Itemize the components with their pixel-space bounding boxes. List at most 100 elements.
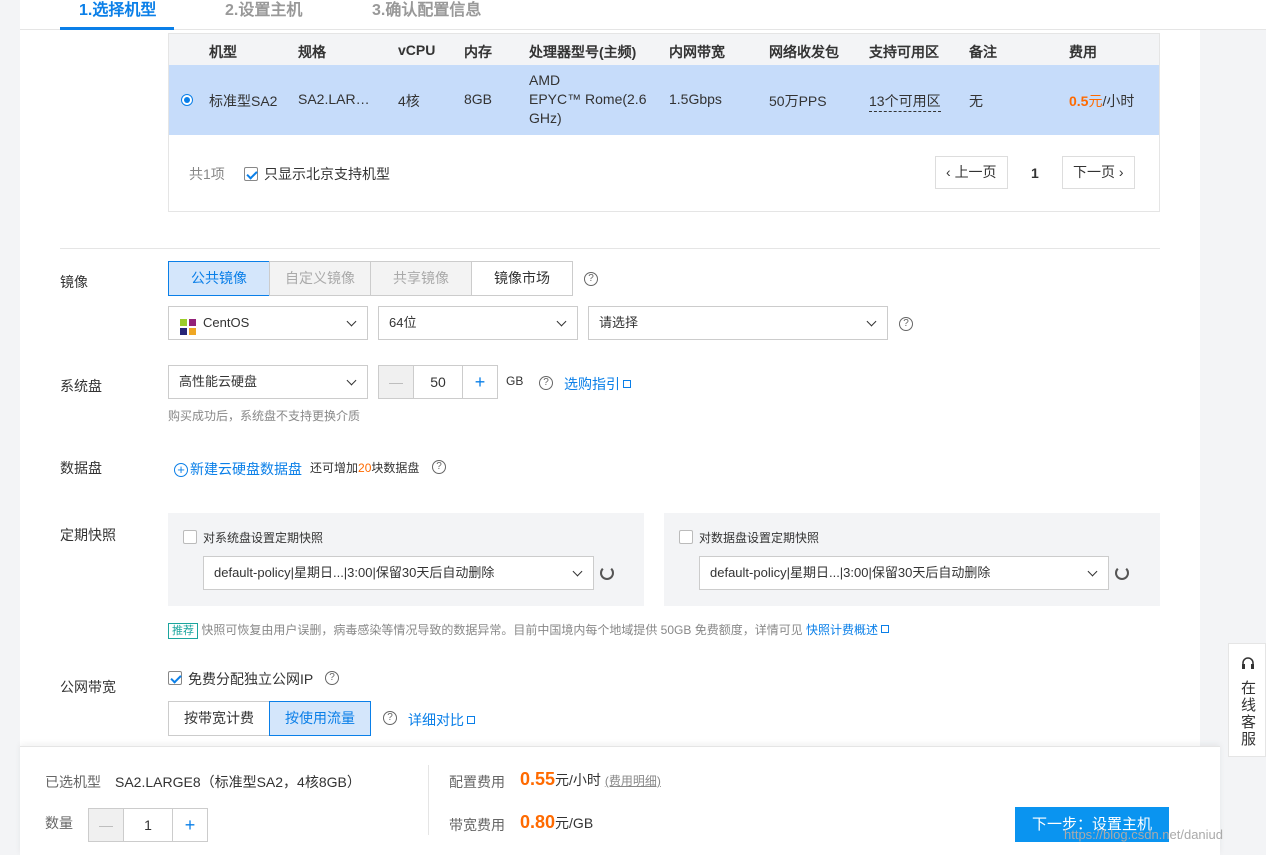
disk-type-select[interactable]: 高性能云硬盘 [168, 365, 368, 399]
refresh-icon[interactable] [600, 566, 614, 580]
os-value: CentOS [203, 315, 250, 330]
next-page-button[interactable]: 下一页 › [1062, 156, 1135, 189]
summary-divider [428, 765, 429, 835]
disk-type-value: 高性能云硬盘 [179, 374, 258, 389]
cell-price: 0.5元/小时 [1069, 91, 1134, 111]
os-select[interactable]: CentOS [168, 306, 368, 340]
data-snapshot-label[interactable]: 对数据盘设置定期快照 [699, 529, 819, 546]
data-disk-tip: 还可增加20块数据盘 [310, 459, 419, 476]
table-row[interactable]: 标准型SA2 SA2.LAR… 4核 8GB AMD EPYC™ Rome(2.… [169, 65, 1159, 135]
col-bandwidth: 内网带宽 [669, 44, 725, 60]
add-data-disk-button[interactable]: + 新建云硬盘数据盘 [174, 459, 302, 479]
col-pps: 网络收发包 [769, 44, 839, 60]
row-radio[interactable] [181, 94, 193, 106]
data-snapshot-policy-select[interactable]: default-policy|星期日...|3:00|保留30天后自动删除 [699, 556, 1109, 590]
system-snapshot-label[interactable]: 对系统盘设置定期快照 [203, 529, 323, 546]
col-zones: 支持可用区 [869, 44, 939, 60]
help-icon[interactable]: ? [899, 317, 913, 331]
col-type: 机型 [209, 44, 237, 60]
fee-detail-link[interactable]: (费用明细) [605, 774, 661, 788]
help-icon[interactable]: ? [432, 460, 446, 474]
cell-remark: 无 [969, 93, 983, 109]
headset-icon [1242, 657, 1254, 669]
col-spec: 规格 [298, 44, 326, 60]
tab-image-market[interactable]: 镜像市场 [471, 261, 573, 296]
data-snapshot-box: 对数据盘设置定期快照 default-policy|星期日...|3:00|保留… [664, 513, 1160, 606]
current-page: 1 [1031, 165, 1039, 181]
bandwidth-fee-value: 0.80 [520, 812, 556, 832]
centos-logo-icon [179, 316, 197, 335]
step-2-tab[interactable]: 2.设置主机 [225, 0, 302, 20]
quantity-label: 数量 [45, 815, 73, 831]
qty-input[interactable]: 1 [123, 808, 173, 842]
bandwidth-fee: 0.80元/GB [520, 812, 593, 833]
chevron-down-icon [1087, 566, 1098, 577]
external-link-icon [467, 716, 475, 724]
col-vcpu: vCPU [398, 42, 436, 58]
system-snapshot-policy-select[interactable]: default-policy|星期日...|3:00|保留30天后自动删除 [203, 556, 594, 590]
chevron-down-icon [556, 316, 567, 327]
prev-page-label: 上一页 [954, 164, 997, 180]
image-label: 镜像 [60, 274, 88, 290]
cell-zones[interactable]: 13个可用区 [869, 91, 941, 112]
compare-label: 详细对比 [408, 712, 464, 728]
selected-model-label: 已选机型 [45, 774, 101, 790]
instance-table: 机型 规格 vCPU 内存 处理器型号(主频) 内网带宽 网络收发包 支持可用区… [168, 33, 1160, 212]
chevron-down-icon [572, 566, 583, 577]
tab-shared-image[interactable]: 共享镜像 [370, 261, 472, 296]
step-tabs: 1.选择机型 2.设置主机 3.确认配置信息 [20, 0, 1266, 30]
free-ip-checkbox[interactable] [168, 671, 182, 685]
config-fee: 0.55元/小时 (费用明细) [520, 769, 661, 790]
beijing-filter-checkbox[interactable] [244, 167, 258, 181]
cell-spec: SA2.LAR… [298, 91, 370, 107]
version-select[interactable]: 请选择 [588, 306, 888, 340]
disk-minus-button[interactable]: — [378, 365, 414, 399]
online-service-widget[interactable]: 在线客服 [1228, 643, 1266, 757]
tab-traffic-billing[interactable]: 按使用流量 [269, 701, 371, 736]
bits-value: 64位 [389, 315, 417, 330]
step-1-tab[interactable]: 1.选择机型 [79, 0, 156, 20]
online-service-label: 在线客服 [1241, 680, 1257, 748]
snapshot-note: 推荐 快照可恢复由用户误删，病毒感染等情况导致的数据异常。目前中国境内每个地域提… [168, 621, 968, 639]
system-disk-label: 系统盘 [60, 378, 102, 394]
purchase-guide-label: 选购指引 [564, 376, 620, 392]
step-3-tab[interactable]: 3.确认配置信息 [372, 0, 481, 20]
cell-cpu-line3: GHz) [529, 110, 562, 126]
add-data-disk-label: 新建云硬盘数据盘 [190, 461, 302, 477]
qty-minus-button[interactable]: — [88, 808, 124, 842]
config-fee-value: 0.55 [520, 769, 556, 789]
col-cpu: 处理器型号(主频) [529, 44, 637, 60]
help-icon[interactable]: ? [584, 272, 598, 286]
disk-unit: GB [506, 374, 524, 388]
next-page-label: 下一页 [1073, 164, 1115, 180]
disk-size-input[interactable]: 50 [413, 365, 463, 399]
qty-plus-button[interactable]: + [172, 808, 208, 842]
order-summary-bar: 已选机型 SA2.LARGE8（标准型SA2，4核8GB） 数量 — 1 + 配… [20, 746, 1220, 855]
col-price: 费用 [1069, 44, 1097, 60]
free-ip-label[interactable]: 免费分配独立公网IP [188, 669, 313, 689]
tab-public-image[interactable]: 公共镜像 [168, 261, 270, 296]
help-icon[interactable]: ? [383, 711, 397, 725]
data-snapshot-checkbox[interactable] [679, 530, 693, 544]
section-divider [60, 248, 1160, 249]
compare-link[interactable]: 详细对比 [408, 710, 475, 730]
refresh-icon[interactable] [1115, 566, 1129, 580]
snapshot-label: 定期快照 [60, 527, 116, 543]
bandwidth-fee-label: 带宽费用 [449, 817, 505, 833]
system-snapshot-checkbox[interactable] [183, 530, 197, 544]
disk-plus-button[interactable]: + [462, 365, 498, 399]
tip-count: 20 [358, 461, 372, 475]
bandwidth-label: 公网带宽 [60, 679, 116, 695]
help-icon[interactable]: ? [325, 671, 339, 685]
bits-select[interactable]: 64位 [378, 306, 578, 340]
help-icon[interactable]: ? [539, 376, 553, 390]
prev-page-button[interactable]: ‹ 上一页 [935, 156, 1008, 189]
cell-mem: 8GB [464, 91, 493, 107]
purchase-guide-link[interactable]: 选购指引 [564, 374, 631, 394]
external-link-icon [623, 380, 631, 388]
beijing-filter-label[interactable]: 只显示北京支持机型 [264, 164, 390, 184]
tab-bandwidth-billing[interactable]: 按带宽计费 [168, 701, 270, 736]
tab-custom-image[interactable]: 自定义镜像 [269, 261, 371, 296]
snapshot-billing-link[interactable]: 快照计费概述 [806, 623, 890, 637]
chevron-down-icon [346, 316, 357, 327]
